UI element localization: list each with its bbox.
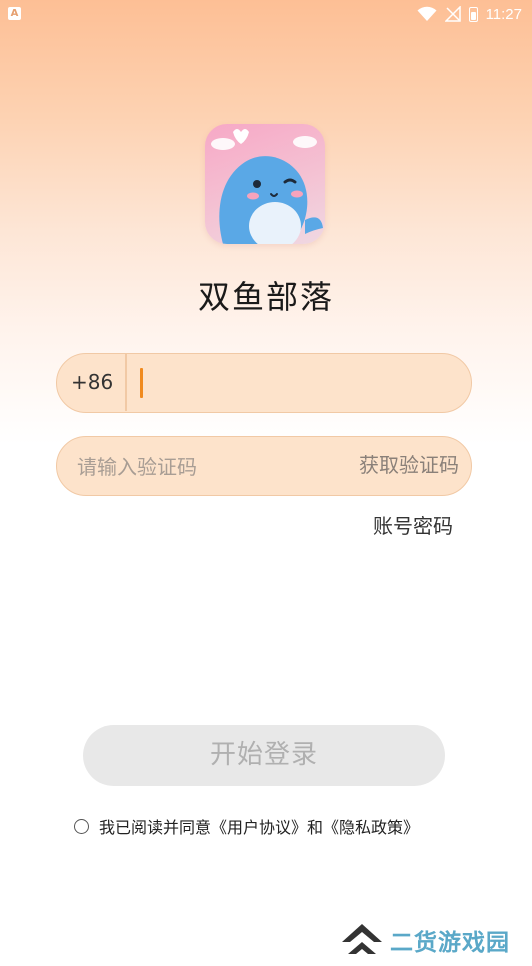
- wifi-icon: [417, 6, 437, 21]
- agreement-radio[interactable]: [74, 818, 89, 834]
- watermark: 二货游戏园: [340, 918, 510, 962]
- login-button[interactable]: 开始登录: [83, 725, 445, 786]
- app-name: 双鱼部落: [197, 278, 334, 316]
- country-code[interactable]: +86: [71, 354, 113, 411]
- verification-code-input[interactable]: [75, 437, 329, 496]
- whale-mascot-icon: [211, 129, 323, 244]
- watermark-text: 二货游戏园: [390, 930, 510, 956]
- field-divider: [125, 354, 127, 411]
- app-logo: [205, 124, 325, 244]
- text-caret: [140, 368, 143, 398]
- agreement-text[interactable]: 我已阅读并同意《用户协议》和《隐私政策》: [99, 814, 419, 838]
- status-time: 11:27: [485, 5, 522, 23]
- phone-input[interactable]: [147, 354, 451, 413]
- battery-icon: [468, 6, 478, 22]
- get-code-button[interactable]: 获取验证码: [359, 437, 459, 494]
- phone-field[interactable]: +86: [56, 353, 472, 413]
- password-login-link[interactable]: 账号密码: [373, 510, 453, 539]
- verification-code-field[interactable]: 获取验证码: [56, 436, 472, 496]
- chevron-up-icon: [342, 924, 382, 954]
- no-signal-icon: [444, 6, 461, 22]
- status-bar: A 11:27: [0, 0, 532, 28]
- status-icons: 11:27: [417, 5, 522, 23]
- agreement-row[interactable]: 我已阅读并同意《用户协议》和《隐私政策》: [74, 814, 419, 838]
- app-notification-icon: A: [8, 7, 21, 20]
